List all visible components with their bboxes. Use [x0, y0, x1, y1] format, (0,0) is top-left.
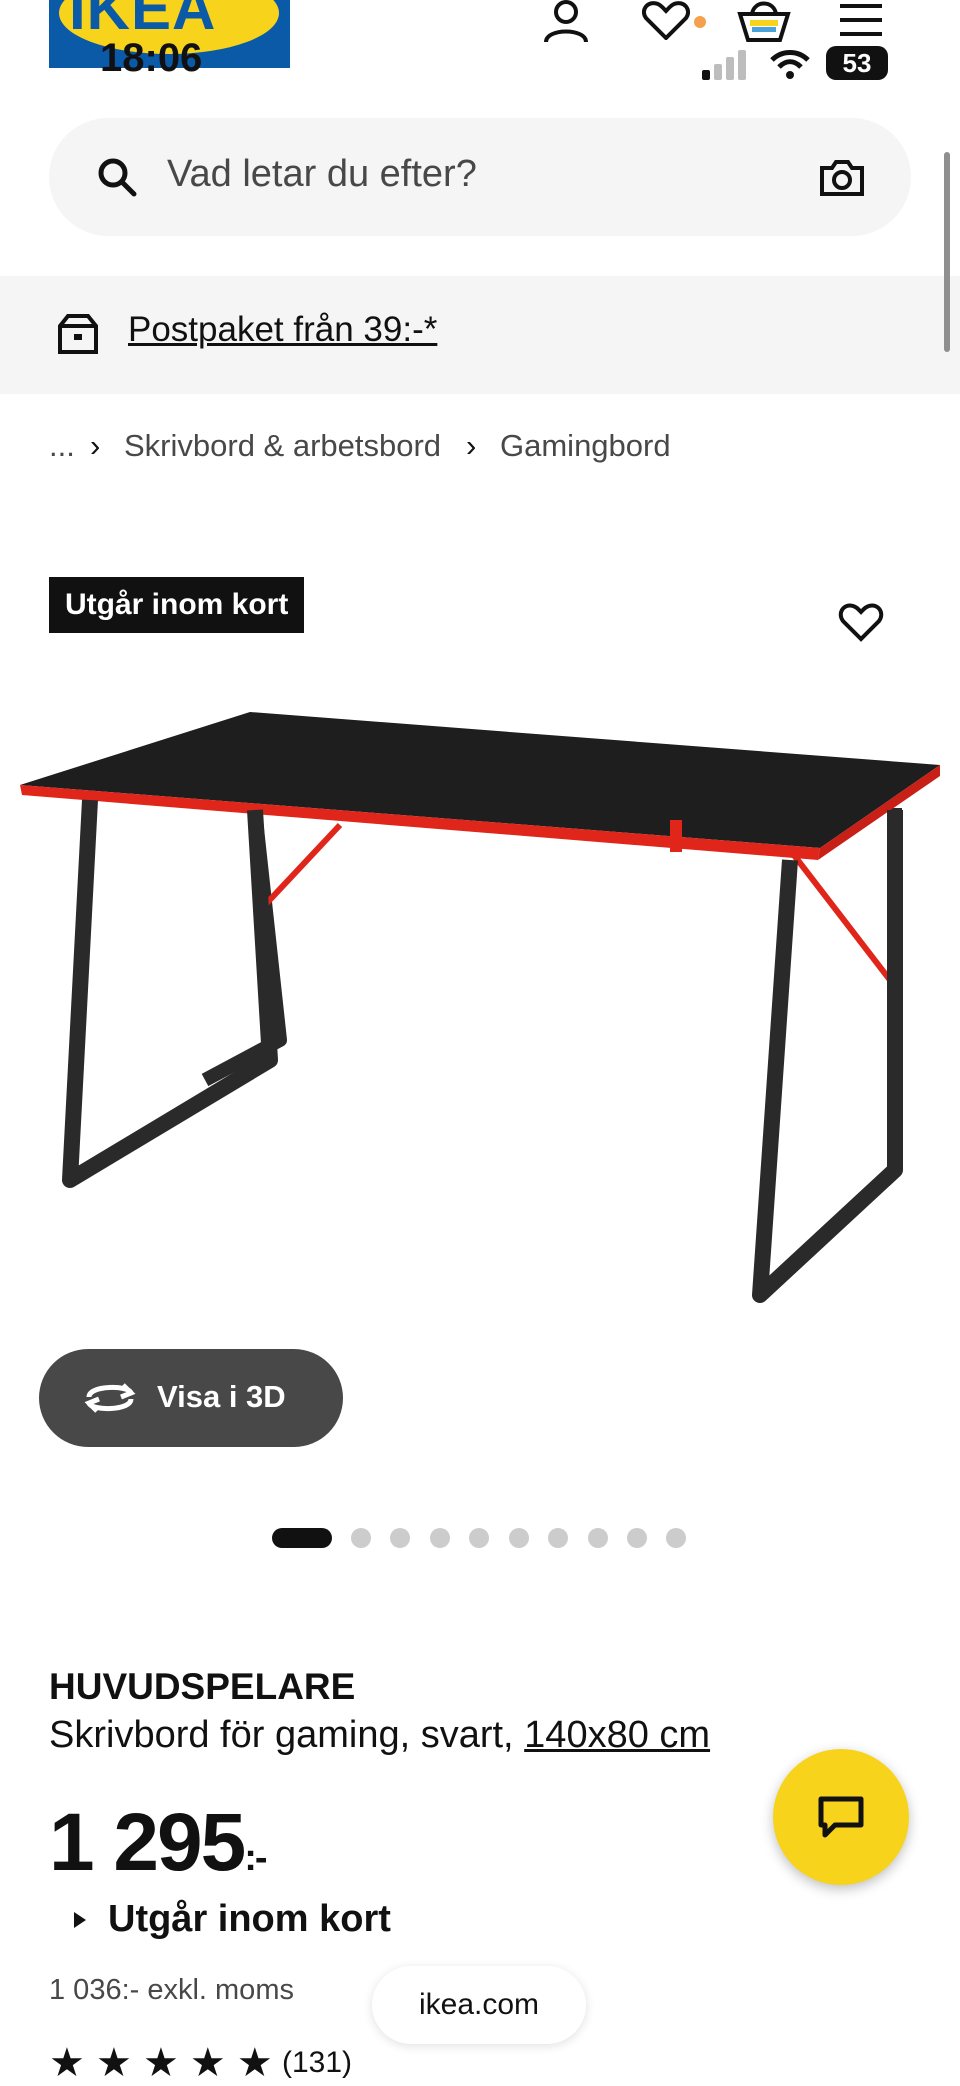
price-value: 1 295 — [49, 1797, 246, 1888]
battery-indicator: 53 — [826, 46, 888, 80]
basket-icon[interactable] — [736, 0, 792, 42]
wifi-icon — [770, 50, 810, 79]
heart-icon[interactable] — [640, 0, 692, 40]
product-size-link[interactable]: 140x80 cm — [524, 1714, 710, 1756]
image-pager-dot[interactable] — [430, 1528, 450, 1548]
product-description-text: Skrivbord för gaming, svart, — [49, 1714, 525, 1756]
rating-stars[interactable]: ★ ★ ★ ★ ★ — [49, 2040, 273, 2086]
view-3d-button[interactable]: Visa i 3D — [39, 1349, 343, 1447]
image-pager-dot[interactable] — [351, 1528, 371, 1548]
price-suffix: :- — [244, 1837, 267, 1879]
profile-icon[interactable] — [540, 0, 592, 44]
breadcrumb-ellipsis[interactable]: ... — [49, 428, 75, 464]
browser-url-pill[interactable]: ikea.com — [372, 1966, 586, 2044]
image-pager-dot[interactable] — [509, 1528, 529, 1548]
search-icon — [98, 158, 137, 197]
image-pager-dot[interactable] — [469, 1528, 489, 1548]
image-pager-dot[interactable] — [627, 1528, 647, 1548]
product-price: 1 295:- — [49, 1796, 268, 1890]
chat-button[interactable] — [773, 1749, 909, 1885]
status-time: 18:06 — [100, 36, 203, 80]
product-name: HUVUDSPELARE — [49, 1666, 356, 1707]
image-pager-dot-active[interactable] — [272, 1528, 332, 1548]
image-pager-dot[interactable] — [666, 1528, 686, 1548]
breadcrumb-desks[interactable]: Skrivbord & arbetsbord — [124, 428, 441, 464]
product-image[interactable] — [0, 700, 960, 1320]
search-input[interactable]: Vad letar du efter? — [167, 153, 477, 196]
chat-bubble-icon — [818, 1796, 864, 1838]
favorite-heart-icon[interactable] — [838, 602, 884, 642]
expand-triangle-icon[interactable] — [72, 1910, 88, 1930]
menu-icon[interactable] — [838, 0, 884, 40]
product-description: Skrivbord för gaming, svart, 140x80 cm — [49, 1714, 710, 1757]
camera-search-icon[interactable] — [818, 158, 866, 198]
product-status-badge: Utgår inom kort — [49, 577, 305, 633]
scrollbar[interactable] — [944, 152, 950, 352]
view-3d-label: Visa i 3D — [157, 1379, 286, 1414]
breadcrumb-chevron-icon: › — [90, 428, 101, 463]
image-pager-dot[interactable] — [390, 1528, 410, 1548]
breadcrumb-gaming-desks[interactable]: Gamingbord — [500, 428, 671, 464]
notification-dot — [694, 16, 706, 28]
rating-count[interactable]: (131) — [282, 2046, 352, 2080]
image-pager-dot[interactable] — [588, 1528, 608, 1548]
rotate-3d-icon — [84, 1383, 136, 1413]
shipping-banner-link[interactable]: Postpaket från 39:-* — [128, 310, 437, 350]
availability-status[interactable]: Utgår inom kort — [108, 1898, 391, 1941]
image-pager-dot[interactable] — [548, 1528, 568, 1548]
cellular-signal-icon — [702, 50, 746, 80]
price-ex-vat: 1 036:- exkl. moms — [49, 1974, 294, 2006]
package-icon — [58, 314, 98, 354]
breadcrumb-chevron-icon: › — [466, 428, 477, 463]
